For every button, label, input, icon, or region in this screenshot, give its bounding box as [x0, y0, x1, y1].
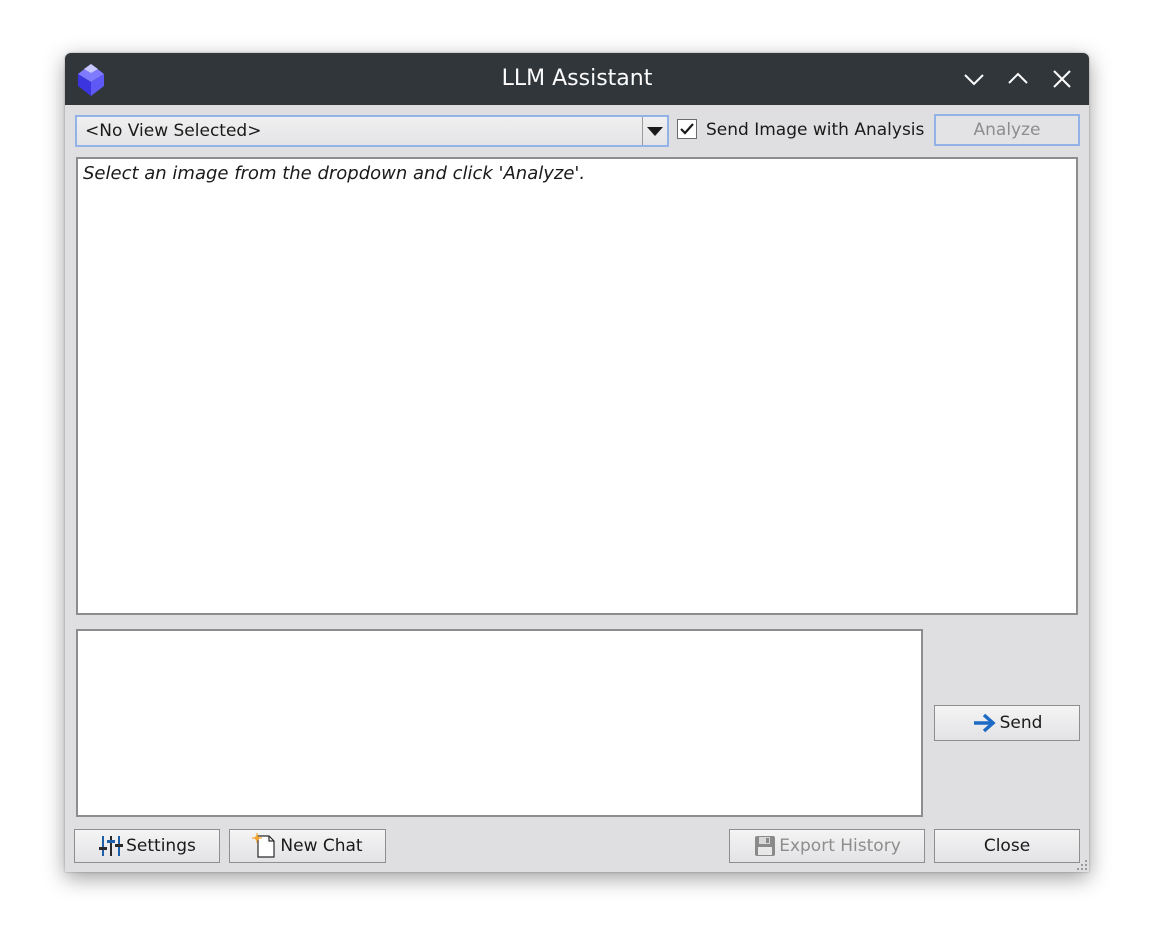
chevron-down-icon: [964, 74, 984, 86]
output-placeholder-text: Select an image from the dropdown and cl…: [83, 163, 586, 184]
resize-grip-icon[interactable]: [1073, 856, 1089, 872]
close-label: Close: [983, 836, 1031, 856]
settings-label: Settings: [126, 836, 196, 856]
window-title: LLM Assistant: [501, 66, 653, 91]
minimize-button[interactable]: [962, 67, 986, 91]
analyze-button[interactable]: Analyze: [934, 114, 1080, 146]
chevron-up-icon: [1008, 72, 1028, 84]
floppy-disk-icon: [755, 836, 776, 856]
view-select[interactable]: <No View Selected>: [75, 115, 669, 147]
export-history-button[interactable]: Export History: [729, 829, 925, 863]
close-button[interactable]: Close: [934, 829, 1080, 863]
sliders-icon: [99, 836, 124, 856]
llm-assistant-window: LLM Assistant <No View Selected> Send Im…: [65, 53, 1089, 872]
new-chat-button[interactable]: New Chat: [229, 829, 386, 863]
close-window-button[interactable]: [1050, 67, 1074, 91]
export-history-label: Export History: [779, 836, 901, 856]
view-select-value: <No View Selected>: [85, 121, 262, 141]
send-image-label[interactable]: Send Image with Analysis: [706, 115, 924, 145]
send-label: Send: [999, 713, 1043, 733]
dropdown-arrow-icon: [647, 127, 663, 136]
new-chat-label: New Chat: [280, 836, 363, 856]
close-icon: [1053, 70, 1071, 88]
checkmark-icon: [680, 123, 694, 135]
chat-output-area[interactable]: Select an image from the dropdown and cl…: [76, 157, 1078, 615]
maximize-button[interactable]: [1006, 67, 1030, 91]
send-image-checkbox[interactable]: [677, 119, 697, 139]
message-input[interactable]: [76, 629, 923, 817]
arrow-right-icon: [973, 713, 996, 733]
send-button[interactable]: Send: [934, 705, 1080, 741]
view-select-arrow[interactable]: [642, 117, 667, 145]
settings-button[interactable]: Settings: [74, 829, 220, 863]
new-document-icon: [252, 833, 275, 858]
title-bar[interactable]: LLM Assistant: [65, 53, 1089, 105]
